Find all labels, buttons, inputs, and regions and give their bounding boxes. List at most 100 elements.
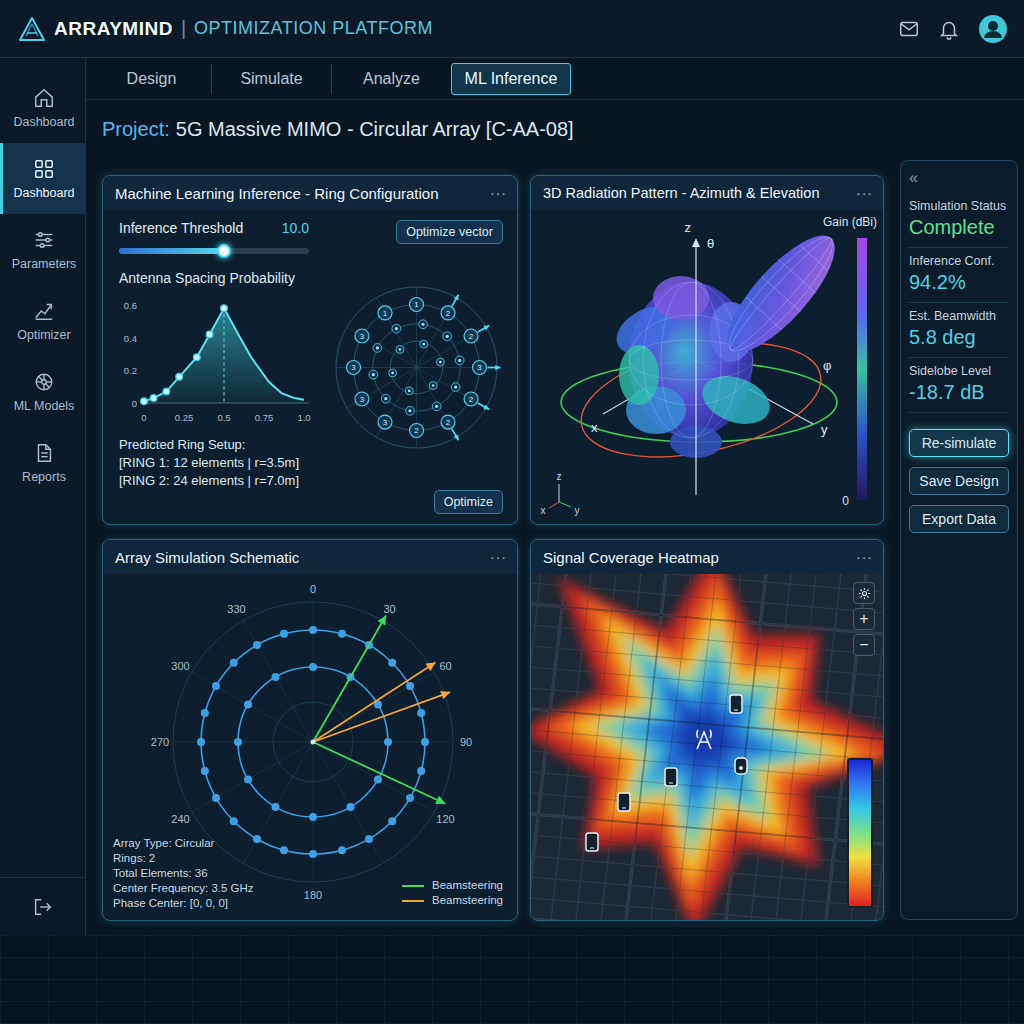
antenna-element[interactable]: [406, 794, 414, 802]
tab[interactable]: Analyze: [331, 64, 451, 94]
antenna-element[interactable]: [244, 776, 252, 784]
antenna-element[interactable]: [253, 641, 261, 649]
antenna-element[interactable]: [309, 850, 317, 858]
ring-node[interactable]: 3: [473, 360, 501, 374]
sidebar-item[interactable]: Dashboard: [0, 143, 85, 214]
antenna-element[interactable]: [388, 659, 396, 667]
collapse-button[interactable]: «: [909, 169, 1009, 187]
antenna-element[interactable]: [374, 776, 382, 784]
antenna-element[interactable]: [280, 630, 288, 638]
app-window: ARRAYMIND|OPTIMIZATION PLATFORM Dashboard…: [0, 0, 1024, 1024]
optimize-button[interactable]: Optimize: [434, 490, 503, 514]
antenna-element[interactable]: [384, 738, 392, 746]
bell-icon[interactable]: [938, 18, 960, 40]
panel-menu[interactable]: ···: [490, 549, 507, 565]
data-point[interactable]: [193, 354, 200, 361]
slider-knob[interactable]: [217, 244, 231, 258]
antenna-element[interactable]: [272, 673, 280, 681]
antenna-element[interactable]: [365, 835, 373, 843]
data-point[interactable]: [221, 305, 228, 312]
antenna-element[interactable]: [201, 767, 209, 775]
mail-icon[interactable]: [898, 18, 920, 40]
antenna-element[interactable]: [253, 835, 261, 843]
antenna-element[interactable]: [230, 817, 238, 825]
svg-text:2: 2: [446, 308, 450, 317]
sidebar-item[interactable]: Reports: [0, 427, 85, 498]
sidebar-item[interactable]: Parameters: [0, 214, 85, 285]
antenna-element[interactable]: [230, 659, 238, 667]
device-icon[interactable]: [735, 758, 747, 774]
action-button[interactable]: Export Data: [909, 505, 1009, 533]
radiation-plot[interactable]: zθφxyGain (dBi)0zxy: [531, 210, 883, 524]
sidebar-item[interactable]: ML Models: [0, 356, 85, 427]
antenna-element[interactable]: [417, 767, 425, 775]
beam-vector: [313, 742, 445, 804]
sidebar-item[interactable]: Optimizer: [0, 285, 85, 356]
ring-node[interactable]: 2: [410, 423, 424, 437]
ring-node[interactable]: 2: [441, 294, 459, 319]
coverage-map[interactable]: [531, 574, 883, 920]
antenna-element[interactable]: [272, 803, 280, 811]
ring-node[interactable]: 2: [464, 325, 489, 343]
tab[interactable]: Design: [91, 64, 211, 94]
ring-node[interactable]: 3: [378, 415, 392, 429]
antenna-element[interactable]: [201, 709, 209, 717]
ring-node[interactable]: 3: [355, 392, 369, 406]
ring-node[interactable]: 1: [410, 297, 424, 311]
antenna-element[interactable]: [309, 626, 317, 634]
action-button[interactable]: Save Design: [909, 467, 1009, 495]
action-button[interactable]: Re-simulate: [909, 429, 1009, 457]
antenna-element[interactable]: [280, 846, 288, 854]
tab[interactable]: ML Inference: [451, 63, 571, 95]
data-point[interactable]: [150, 395, 157, 402]
data-point[interactable]: [206, 331, 213, 338]
panel-menu[interactable]: ···: [856, 549, 873, 565]
panel-menu[interactable]: ···: [490, 185, 507, 201]
avatar-icon[interactable]: [978, 14, 1008, 44]
antenna-element[interactable]: [388, 817, 396, 825]
logout-icon[interactable]: [32, 896, 54, 918]
optimize-vector-button[interactable]: Optimize vector: [396, 220, 503, 244]
tab[interactable]: Simulate: [211, 64, 331, 94]
phone-icon[interactable]: [586, 833, 598, 851]
data-point[interactable]: [141, 398, 148, 405]
map-settings-button[interactable]: [853, 582, 875, 604]
antenna-element[interactable]: [212, 794, 220, 802]
antenna-element[interactable]: [338, 846, 346, 854]
antenna-element[interactable]: [244, 701, 252, 709]
panel-menu[interactable]: ···: [856, 185, 873, 201]
phone-icon[interactable]: [618, 793, 630, 811]
data-point[interactable]: [163, 388, 170, 395]
svg-text:3: 3: [477, 363, 482, 372]
sidebar-item[interactable]: Dashboard: [0, 72, 85, 143]
antenna-element[interactable]: [309, 663, 317, 671]
ring-node[interactable]: 1: [378, 305, 392, 319]
array-ring: [197, 626, 429, 858]
antenna-element[interactable]: [197, 738, 205, 746]
ring-node[interactable]: 2: [441, 415, 459, 440]
ring-node[interactable]: 2: [464, 392, 489, 410]
phone-icon[interactable]: [665, 768, 677, 786]
antenna-element[interactable]: [421, 738, 429, 746]
coverage-heatmap-panel: Signal Coverage Heatmap···+−: [530, 539, 884, 921]
info-line: Phase Center: [0, 0, 0]: [113, 896, 254, 911]
svg-text:2: 2: [446, 417, 450, 426]
zoom-button[interactable]: +: [853, 608, 875, 630]
antenna-element[interactable]: [417, 709, 425, 717]
antenna-element[interactable]: [338, 630, 346, 638]
antenna-element[interactable]: [347, 803, 355, 811]
ring-node[interactable]: 3: [355, 329, 369, 343]
antenna-element[interactable]: [212, 682, 220, 690]
zoom-button[interactable]: −: [853, 634, 875, 656]
ring-node[interactable]: 3: [347, 360, 361, 374]
antenna-element[interactable]: [309, 813, 317, 821]
phone-icon[interactable]: [730, 695, 742, 713]
threshold-slider[interactable]: [119, 248, 309, 254]
data-point[interactable]: [176, 373, 183, 380]
antenna-element[interactable]: [406, 682, 414, 690]
logo-icon: [18, 15, 46, 43]
brand[interactable]: ARRAYMIND|OPTIMIZATION PLATFORM: [18, 15, 433, 43]
antenna-element[interactable]: [234, 738, 242, 746]
svg-text:2: 2: [469, 331, 473, 340]
tower-icon[interactable]: [697, 730, 711, 749]
